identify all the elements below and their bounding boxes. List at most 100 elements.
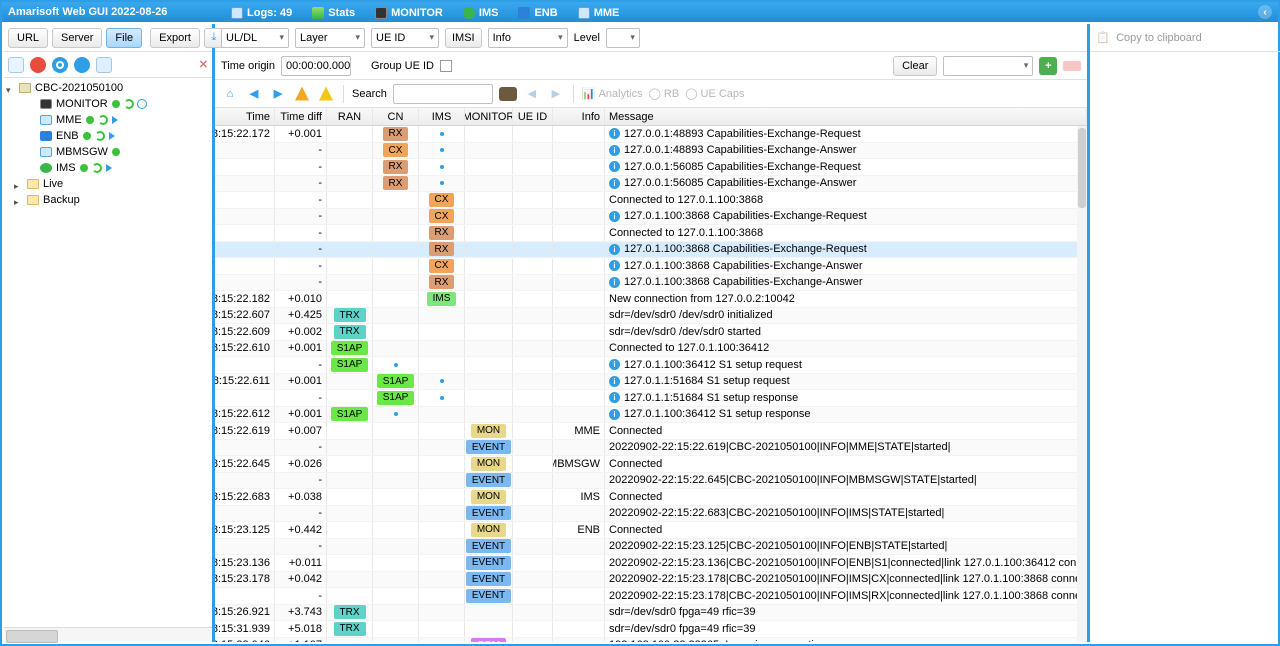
play-icon[interactable] [112,116,118,124]
imsi-button[interactable]: IMSI [445,28,482,48]
clear-button[interactable]: Clear [893,56,937,76]
home-icon[interactable]: ⌂ [221,85,239,103]
log-row[interactable]: 18:15:33.046 +1.107 COM 192.168.100.32:3… [215,638,1087,643]
remove-icon[interactable] [1063,61,1081,71]
rb-button[interactable]: ◯ RB [649,87,680,100]
tree-node-mbmsgw[interactable]: MBMSGW [4,144,212,160]
reload-icon[interactable] [92,163,102,173]
log-row[interactable]: - CX i127.0.0.1:48893 Capabilities-Excha… [215,143,1087,160]
log-row[interactable]: 18:15:31.939 +5.018 TRX sdr=/dev/sdr0 fp… [215,621,1087,638]
tabs: Logs: 49 Stats MONITOR IMS ENB MME [217,2,1278,24]
log-row[interactable]: - S1AP i127.0.1.100:36412 S1 setup reque… [215,357,1087,374]
log-row[interactable]: - RX i127.0.0.1:56085 Capabilities-Excha… [215,159,1087,176]
log-row[interactable]: 18:15:22.182 +0.010 IMS New connection f… [215,291,1087,308]
log-row[interactable]: - CX i127.0.1.100:3868 Capabilities-Exch… [215,258,1087,275]
record-icon[interactable] [52,57,68,73]
log-row[interactable]: - EVENT 20220902-22:15:22.619|CBC-202105… [215,440,1087,457]
group-ueid-checkbox[interactable] [440,60,452,72]
ueid-combo[interactable]: UE ID▾ [371,28,439,48]
add-icon[interactable]: + [1039,57,1057,75]
log-row[interactable]: - S1AP i127.0.1.1:51684 S1 setup respons… [215,390,1087,407]
horizontal-scrollbar[interactable] [4,627,212,642]
uecaps-button[interactable]: ◯ UE Caps [685,87,744,100]
tree-live[interactable]: Live [4,176,212,192]
clear-combo[interactable]: ▾ [943,56,1033,76]
log-row[interactable]: 18:15:23.125 +0.442 MON ENB Connected [215,522,1087,539]
stop-icon[interactable] [30,57,46,73]
wand-icon[interactable] [8,57,24,73]
search-input[interactable] [393,84,493,104]
tab-ims[interactable]: IMS [455,4,507,22]
col-mon[interactable]: MONITOR [465,108,513,125]
tree-node-enb[interactable]: ENB [4,128,212,144]
play-icon[interactable] [138,100,146,108]
log-row[interactable]: - RX i127.0.1.100:3868 Capabilities-Exch… [215,242,1087,259]
log-row[interactable]: 18:15:22.172 +0.001 RX i127.0.0.1:48893 … [215,126,1087,143]
tab-logs[interactable]: Logs: 49 [223,4,300,22]
refresh-icon[interactable] [96,57,112,73]
log-row[interactable]: 18:15:26.921 +3.743 TRX sdr=/dev/sdr0 fp… [215,605,1087,622]
analytics-button[interactable]: 📊 Analytics [582,87,643,100]
binoculars-icon[interactable] [499,85,517,103]
log-row[interactable]: 18:15:22.609 +0.002 TRX sdr=/dev/sdr0 /d… [215,324,1087,341]
log-row[interactable]: - EVENT 20220902-22:15:22.645|CBC-202105… [215,473,1087,490]
col-ims[interactable]: IMS [419,108,465,125]
play-icon[interactable] [109,132,115,140]
log-row[interactable]: 18:15:22.611 +0.001 S1AP i127.0.1.1:5168… [215,374,1087,391]
log-row[interactable]: - EVENT 20220902-22:15:23.178|CBC-202105… [215,588,1087,605]
log-row[interactable]: 18:15:22.645 +0.026 MON MBMSGW Connected [215,456,1087,473]
level-combo[interactable]: ▾ [606,28,640,48]
log-row[interactable]: - EVENT 20220902-22:15:22.683|CBC-202105… [215,506,1087,523]
tab-monitor[interactable]: MONITOR [367,4,451,22]
info-combo[interactable]: Info▾ [488,28,568,48]
url-button[interactable]: URL [8,28,48,48]
log-row[interactable]: - RX i127.0.0.1:56085 Capabilities-Excha… [215,176,1087,193]
log-row[interactable]: 18:15:23.178 +0.042 EVENT 20220902-22:15… [215,572,1087,589]
tree-root[interactable]: CBC-2021050100 [4,80,212,96]
log-row[interactable]: - CX Connected to 127.0.1.100:3868 [215,192,1087,209]
log-row[interactable]: 18:15:22.619 +0.007 MON MME Connected [215,423,1087,440]
reload-icon[interactable] [95,131,105,141]
tab-mme[interactable]: MME [570,4,628,22]
log-row[interactable]: - CX i127.0.1.100:3868 Capabilities-Exch… [215,209,1087,226]
log-row[interactable]: - RX i127.0.1.100:3868 Capabilities-Exch… [215,275,1087,292]
reload-icon[interactable] [98,115,108,125]
export-button[interactable]: Export [150,28,200,48]
file-button[interactable]: File [106,28,142,48]
col-ran[interactable]: RAN [327,108,373,125]
tab-enb[interactable]: ENB [510,4,565,22]
layer-combo[interactable]: Layer▾ [295,28,365,48]
warn-icon[interactable] [317,85,335,103]
log-row[interactable]: 18:15:22.683 +0.038 MON IMS Connected [215,489,1087,506]
uldl-combo[interactable]: UL/DL▾ [221,28,289,48]
col-time[interactable]: Time [215,108,275,125]
close-icon[interactable]: ✕ [199,58,208,71]
col-info[interactable]: Info [553,108,605,125]
log-row[interactable]: 18:15:23.136 +0.011 EVENT 20220902-22:15… [215,555,1087,572]
col-diff[interactable]: Time diff [275,108,327,125]
clock-icon[interactable] [74,57,90,73]
tree-node-monitor[interactable]: MONITOR [4,96,212,112]
play-icon[interactable] [106,164,112,172]
error-icon[interactable] [293,85,311,103]
log-row[interactable]: 18:15:22.612 +0.001 S1AP i127.0.1.100:36… [215,407,1087,424]
prev-icon[interactable]: ◀ [245,85,263,103]
search-prev-icon[interactable]: ◀ [523,85,541,103]
log-row[interactable]: - EVENT 20220902-22:15:23.125|CBC-202105… [215,539,1087,556]
col-cn[interactable]: CN [373,108,419,125]
log-row[interactable]: - RX Connected to 127.0.1.100:3868 [215,225,1087,242]
tab-stats[interactable]: Stats [304,4,363,22]
vertical-scrollbar[interactable] [1077,126,1087,642]
log-row[interactable]: 18:15:22.610 +0.001 S1AP Connected to 12… [215,341,1087,358]
search-next-icon[interactable]: ▶ [547,85,565,103]
log-row[interactable]: 18:15:22.607 +0.425 TRX sdr=/dev/sdr0 /d… [215,308,1087,325]
server-button[interactable]: Server [52,28,102,48]
next-icon[interactable]: ▶ [269,85,287,103]
tree-backup[interactable]: Backup [4,192,212,208]
col-msg[interactable]: Message [605,108,1087,125]
col-ue[interactable]: UE ID [513,108,553,125]
tree-node-mme[interactable]: MME [4,112,212,128]
time-origin-input[interactable]: 00:00:00.000 [281,56,351,76]
tree-node-ims[interactable]: IMS [4,160,212,176]
reload-icon[interactable] [124,99,134,109]
